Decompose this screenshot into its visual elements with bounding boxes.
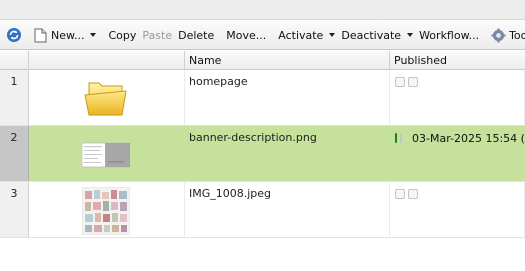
published-column-label: Published: [394, 54, 447, 67]
name-cell[interactable]: IMG_1008.jpeg: [185, 182, 390, 237]
thumbnail-cell: [29, 70, 185, 125]
grid-header: Name Published: [0, 51, 525, 70]
delete-button-label: Delete: [178, 28, 215, 42]
chevron-down-icon: [407, 33, 414, 37]
table-row[interactable]: 1 homepage: [0, 70, 525, 126]
row-number: 1: [0, 70, 29, 125]
row-number: 3: [0, 182, 29, 237]
content-grid: Name Published 1 homepage 2 banner-descr…: [0, 51, 525, 238]
tools-button-label: Tools: [509, 28, 525, 42]
refresh-icon: [7, 28, 21, 42]
workflow-button[interactable]: Workflow...: [416, 24, 482, 46]
copy-button[interactable]: Copy: [105, 24, 139, 46]
row-number: 2: [0, 126, 29, 181]
tools-button[interactable]: Tools: [488, 24, 525, 46]
publish-status-indicator: [395, 189, 405, 199]
chevron-down-icon: [90, 33, 97, 37]
published-cell: [390, 70, 525, 125]
thumbnail-cell: [29, 182, 185, 237]
move-button-label: Move...: [226, 28, 267, 42]
workflow-button-label: Workflow...: [419, 28, 480, 42]
publish-status-indicator: [408, 77, 418, 87]
publish-status-indicator: [400, 133, 402, 143]
deactivate-button[interactable]: Deactivate: [338, 24, 416, 46]
table-row[interactable]: 3 IMG_1008.jpeg: [0, 182, 525, 238]
published-cell: [390, 182, 525, 237]
published-cell: 03-Mar-2025 15:54 (: [390, 126, 525, 181]
delete-button[interactable]: Delete: [175, 24, 217, 46]
activate-button[interactable]: Activate: [275, 24, 338, 46]
published-column-header[interactable]: Published: [390, 51, 525, 70]
activate-button-label: Activate: [278, 28, 324, 42]
paste-button-label: Paste: [142, 28, 173, 42]
new-button-label: New...: [51, 28, 85, 42]
name-cell[interactable]: homepage: [185, 70, 390, 125]
thumbnail-cell: [29, 126, 185, 181]
chevron-down-icon: [329, 33, 336, 37]
table-row[interactable]: 2 banner-description.png 03-Mar-2025 15:…: [0, 126, 525, 182]
item-name: banner-description.png: [189, 131, 317, 144]
name-column-header[interactable]: Name: [185, 51, 390, 70]
folder-icon: [84, 82, 127, 116]
item-name: homepage: [189, 75, 248, 88]
rownum-column-header: [0, 51, 29, 70]
refresh-button[interactable]: [0, 24, 25, 46]
image-thumbnail-icon: [82, 187, 130, 235]
publish-status-indicator: [395, 77, 405, 87]
item-name: IMG_1008.jpeg: [189, 187, 272, 200]
published-status-indicator: [395, 133, 397, 143]
new-button[interactable]: New...: [31, 24, 99, 46]
image-thumbnail-icon: [82, 142, 130, 168]
publish-status-indicator: [408, 189, 418, 199]
thumbnail-column-header[interactable]: [29, 51, 185, 70]
name-column-label: Name: [189, 54, 222, 67]
published-date: 03-Mar-2025 15:54 (: [412, 132, 525, 145]
toolbar: New... Copy Paste Delete Move... Activat…: [0, 21, 525, 50]
name-cell[interactable]: banner-description.png: [185, 126, 390, 181]
window-top-strip: [0, 0, 525, 20]
new-page-icon: [34, 28, 47, 42]
paste-button[interactable]: Paste: [139, 24, 175, 46]
gear-icon: [491, 27, 506, 43]
deactivate-button-label: Deactivate: [341, 28, 402, 42]
copy-button-label: Copy: [108, 28, 137, 42]
move-button[interactable]: Move...: [223, 24, 269, 46]
